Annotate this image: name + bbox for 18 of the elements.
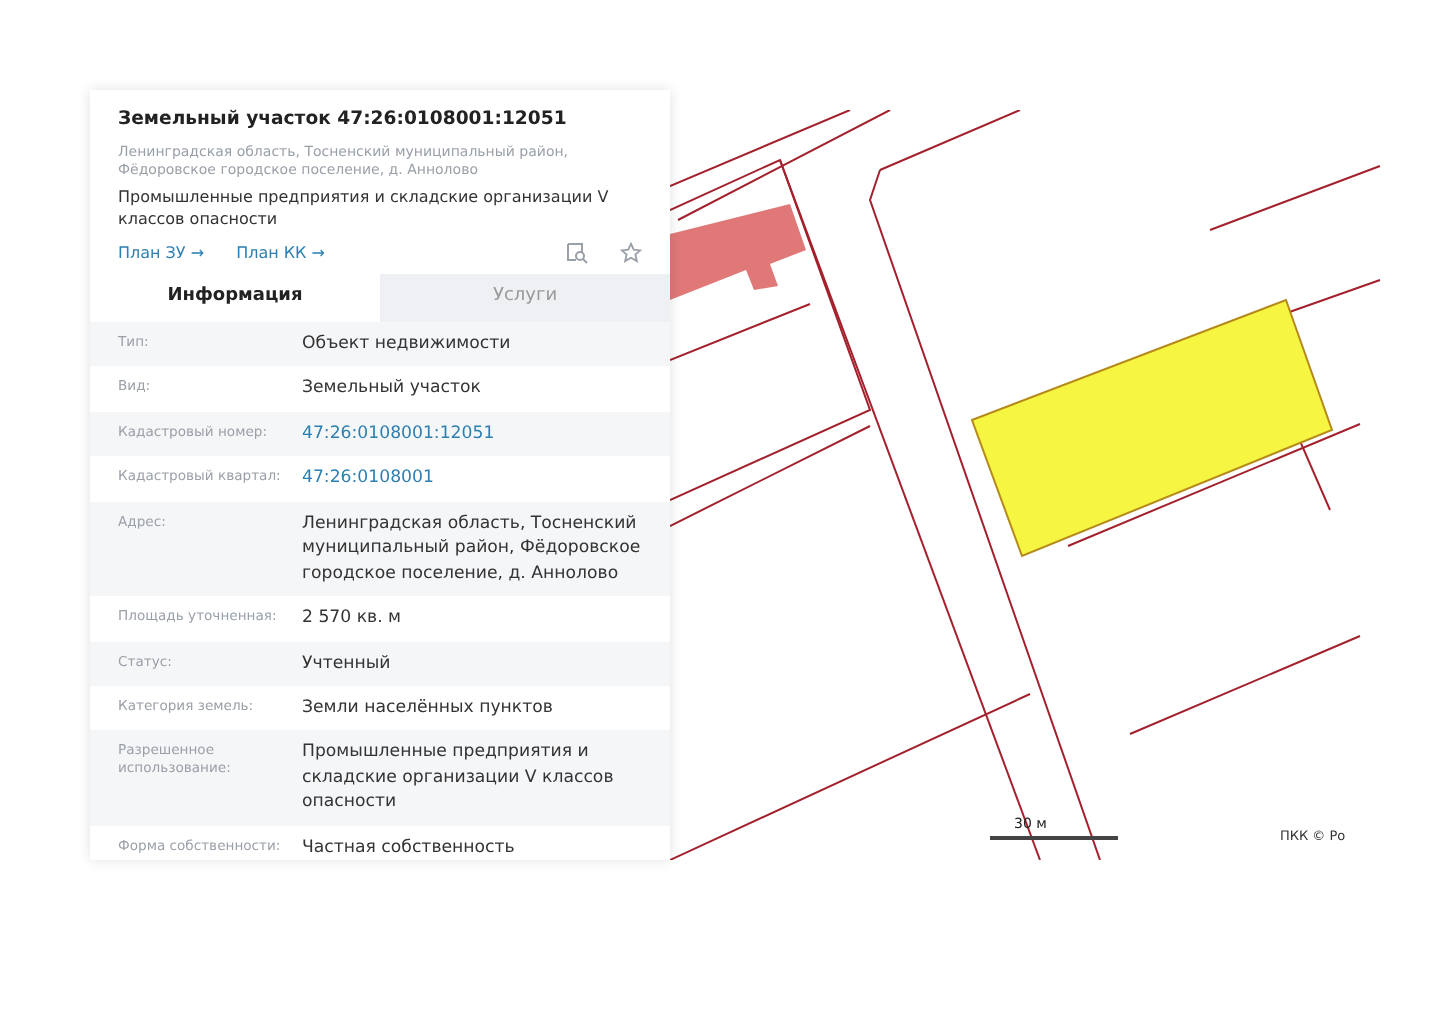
field-value: Объект недвижимости	[302, 331, 513, 357]
scale-bar	[990, 836, 1118, 840]
map-search-icon[interactable]	[566, 242, 588, 265]
tab[interactable]: Услуги	[380, 273, 670, 322]
field-value: Земельный участок	[302, 376, 483, 402]
field-value: Ленинградская область, Тосненский муниципальный район, Фёдоровское городское поселение, д. Аннолово	[302, 511, 643, 587]
field-value: Частная собственность	[302, 835, 517, 860]
field-value: Промышленные предприятия и складские организации V классов опасности	[302, 740, 616, 816]
parcel-purpose: Промышленные предприятия и складские организации V классов опасности	[118, 188, 611, 230]
field-link[interactable]: 47:26:0108001	[302, 466, 454, 492]
field-value: 2 570 кв. м	[302, 606, 404, 632]
plan-link[interactable]: План КК →	[236, 241, 325, 266]
field-link[interactable]: 47:26:0108001:12051	[302, 421, 515, 447]
parcel-title: Земельный участок 47:26:0108001:12051	[118, 106, 569, 134]
field-value: Учтенный	[302, 651, 393, 676]
field-value: Земли населённых пунктов	[302, 695, 555, 721]
star-icon[interactable]	[620, 242, 642, 265]
plan-link[interactable]: План ЗУ →	[118, 241, 205, 266]
